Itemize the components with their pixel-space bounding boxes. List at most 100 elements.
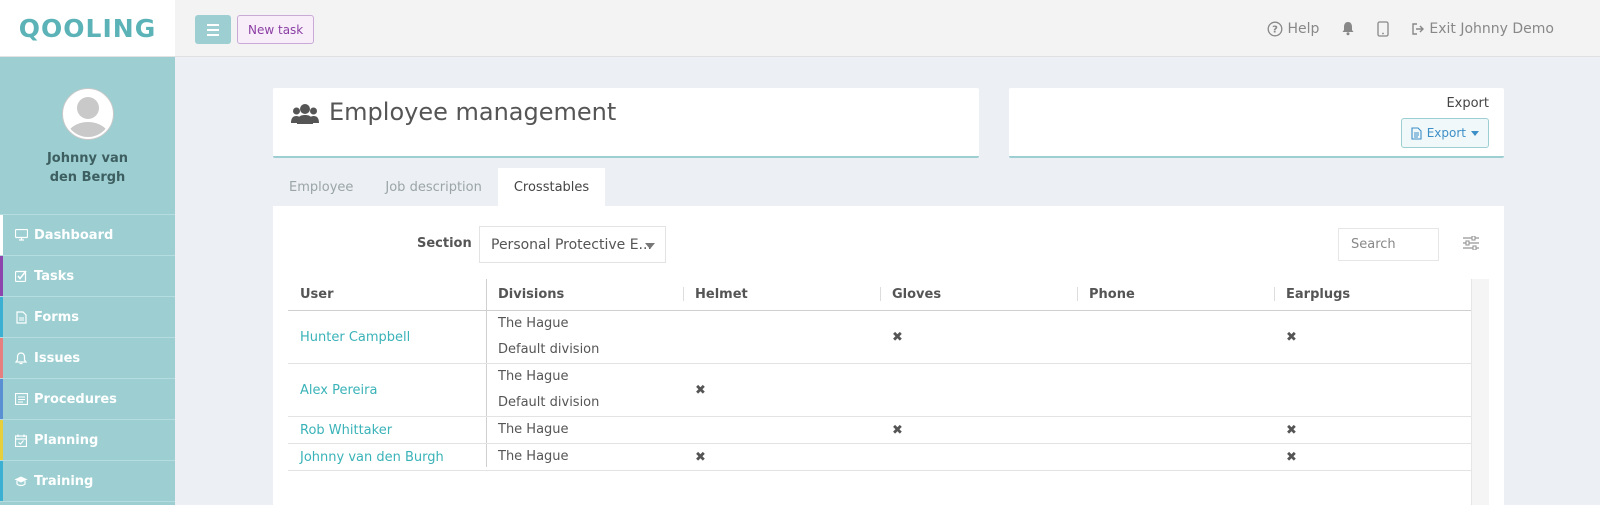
exit-demo-link[interactable]: Exit Johnny Demo — [1411, 21, 1554, 37]
section-select-value: Personal Protective E... — [491, 236, 652, 253]
phone-cell — [1077, 364, 1274, 416]
sidebar-item-training[interactable]: Training — [0, 461, 175, 502]
checkbox-icon — [14, 270, 28, 282]
sidebar-item-color-bar — [0, 215, 3, 255]
caret-down-icon — [1471, 130, 1479, 136]
crosstable-panel: Section Personal Protective E... UserDiv… — [273, 206, 1504, 505]
new-task-button[interactable]: New task — [237, 15, 315, 44]
sidebar-item-procedures[interactable]: Procedures — [0, 379, 175, 420]
divisions-cell: The Hague — [486, 417, 683, 443]
menu-toggle-button[interactable] — [195, 15, 231, 44]
sidebar-item-label: Planning — [34, 432, 99, 448]
sidebar-item-issues[interactable]: Issues — [0, 338, 175, 379]
list-icon — [14, 393, 28, 405]
user-link[interactable]: Alex Pereira — [300, 383, 377, 398]
section-label: Section — [417, 236, 472, 251]
helmet-cell — [683, 311, 880, 363]
users-icon — [291, 104, 319, 124]
earplugs-cell: ✖ — [1274, 311, 1471, 363]
sidebar-item-label: Tasks — [34, 268, 75, 284]
user-link[interactable]: Hunter Campbell — [300, 330, 410, 345]
export-button-label: Export — [1426, 126, 1466, 140]
column-separator — [1274, 287, 1275, 301]
sidebar-item-color-bar — [0, 338, 3, 378]
divisions-cell: The Hague — [486, 444, 683, 470]
sidebar-item-tasks[interactable]: Tasks — [0, 256, 175, 297]
user-link[interactable]: Rob Whittaker — [300, 423, 392, 438]
tab-employee[interactable]: Employee — [273, 168, 369, 206]
helmet-cell: ✖ — [683, 444, 880, 470]
helmet-cell: ✖ — [683, 364, 880, 416]
sidebar-item-color-bar — [0, 461, 3, 501]
tab-job-description[interactable]: Job description — [369, 168, 497, 206]
divisions-cell: The Hague Default division — [486, 364, 683, 416]
gloves-cell — [880, 444, 1077, 470]
caret-down-icon — [645, 243, 655, 249]
cross-mark-icon: ✖ — [695, 449, 706, 465]
bell-icon — [1342, 22, 1354, 36]
column-header-user[interactable]: User — [288, 279, 486, 310]
app-logo[interactable]: QOOLING — [19, 14, 156, 43]
export-button[interactable]: Export — [1400, 118, 1489, 148]
division-name: Default division — [498, 395, 600, 410]
avatar[interactable] — [62, 89, 113, 139]
column-header-earplugs[interactable]: Earplugs — [1274, 279, 1471, 310]
file-icon — [1411, 126, 1422, 140]
column-header-gloves[interactable]: Gloves — [880, 279, 1077, 310]
page-title: Employee management — [329, 98, 617, 126]
helmet-cell — [683, 417, 880, 443]
cross-mark-icon: ✖ — [892, 329, 903, 345]
sidebar-item-label: Issues — [34, 350, 81, 366]
user-cell: Rob Whittaker — [288, 417, 486, 443]
logo-area[interactable]: QOOLING — [0, 0, 175, 57]
sidebar: QOOLING Johnny van den Bergh Dashboard Ta… — [0, 0, 175, 505]
column-header-divisions[interactable]: Divisions — [486, 279, 683, 310]
table-header: User Divisions Helmet Gloves Phone Earplugs — [288, 279, 1489, 311]
sidebar-item-color-bar — [0, 420, 3, 460]
section-select[interactable]: Personal Protective E... — [479, 226, 666, 263]
vertical-scrollbar[interactable] — [1471, 279, 1489, 505]
device-button[interactable] — [1377, 20, 1390, 37]
sidebar-item-forms[interactable]: Forms — [0, 297, 175, 338]
sign-out-icon — [1412, 22, 1425, 35]
crosstable: User Divisions Helmet Gloves Phone Earplugs H… — [288, 279, 1489, 505]
question-circle-icon: ? — [1268, 21, 1283, 36]
notifications-button[interactable] — [1341, 21, 1355, 36]
column-separator — [1077, 287, 1078, 301]
user-cell: Johnny van den Burgh — [288, 444, 486, 470]
document-icon — [14, 310, 28, 324]
tab-crosstables[interactable]: Crosstables — [497, 168, 606, 206]
search-input[interactable] — [1338, 228, 1439, 261]
user-link[interactable]: Johnny van den Burgh — [300, 450, 444, 465]
help-link[interactable]: ? Help — [1267, 21, 1319, 37]
exit-label: Exit Johnny Demo — [1429, 20, 1554, 37]
division-name: The Hague — [498, 316, 569, 331]
sidebar-item-dashboard[interactable]: Dashboard — [0, 215, 175, 256]
cross-mark-icon: ✖ — [695, 382, 706, 398]
earplugs-cell: ✖ — [1274, 417, 1471, 443]
table-row: Johnny van den Burgh The Hague ✖ ✖ — [288, 444, 1471, 471]
help-label: Help — [1287, 20, 1320, 37]
sidebar-item-planning[interactable]: Planning — [0, 420, 175, 461]
user-profile: Johnny van den Bergh — [0, 57, 175, 215]
sidebar-menu: Dashboard Tasks Forms Issues Procedures Plann… — [0, 215, 175, 502]
graduation-cap-icon — [14, 476, 28, 487]
user-cell: Hunter Campbell — [288, 311, 486, 363]
column-header-phone[interactable]: Phone — [1077, 279, 1274, 310]
division-name: Default division — [498, 342, 600, 357]
table-row: Alex Pereira The Hague Default division ✖ — [288, 364, 1471, 417]
sidebar-item-color-bar — [0, 379, 3, 419]
column-separator — [880, 287, 881, 301]
column-header-helmet[interactable]: Helmet — [683, 279, 880, 310]
phone-cell — [1077, 417, 1274, 443]
topbar: New task ? Help Exit Johnny Demo — [175, 0, 1600, 57]
column-settings-icon[interactable] — [1463, 236, 1479, 250]
monitor-icon — [14, 229, 28, 241]
column-separator — [683, 287, 684, 301]
division-name: The Hague — [498, 422, 569, 437]
topbar-actions: ? Help Exit Johnny Demo — [1267, 0, 1554, 57]
sidebar-item-color-bar — [0, 297, 3, 337]
phone-cell — [1077, 444, 1274, 470]
division-name: The Hague — [498, 449, 569, 464]
profile-name: Johnny van den Bergh — [46, 151, 129, 185]
